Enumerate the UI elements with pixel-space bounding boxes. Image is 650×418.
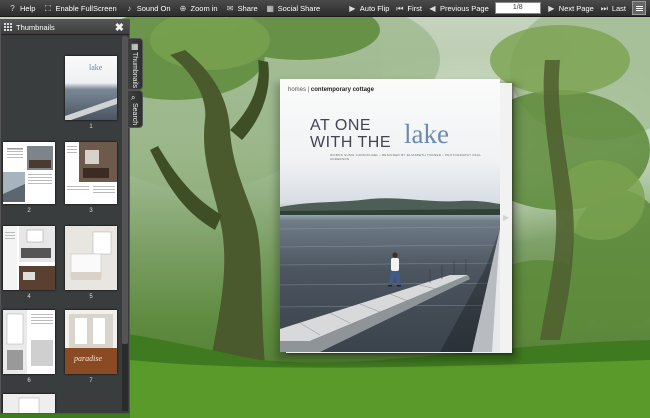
thumbnail-number-5: 5 — [89, 294, 93, 300]
thumbnails-panel-header: Thumbnails — [1, 20, 129, 35]
fullscreen-icon: ⛶ — [45, 3, 51, 13]
auto-flip-button[interactable]: ▶ Auto Flip — [348, 3, 390, 13]
thumbnail-page-5[interactable] — [65, 226, 117, 290]
fullscreen-label: Enable FullScreen — [55, 3, 117, 13]
first-page-label: First — [407, 3, 422, 13]
first-page-button[interactable]: ⏮ First — [395, 4, 422, 13]
sound-button[interactable]: ♪ Sound On — [125, 3, 171, 13]
thumbnail-number-1: 1 — [89, 124, 93, 130]
first-page-icon: ⏮ — [396, 3, 404, 13]
zoom-icon: ⊕ — [179, 3, 187, 13]
grid-icon — [4, 23, 12, 31]
thumbnail-number-3: 3 — [89, 208, 93, 214]
tab-thumbnails-label: Thumbnails — [131, 52, 138, 89]
last-page-label: Last — [611, 3, 626, 13]
flipbook-page[interactable]: homes | contemporary cottage AT ONE WITH… — [280, 79, 500, 352]
last-page-icon: ⏭ — [600, 3, 608, 13]
navigation-controls: ▶ Auto Flip ⏮ First ◀ Previous Page 1/8 … — [342, 0, 650, 16]
next-page-label: Next Page — [558, 3, 594, 13]
grid-icon: ▦ — [131, 42, 139, 51]
thumbnail-page-4[interactable] — [3, 226, 55, 290]
close-icon[interactable]: ✖ — [115, 21, 124, 34]
thumbnail-page-7[interactable]: paradise — [65, 310, 117, 374]
previous-icon: ◀ — [429, 3, 436, 13]
thumbnail-list: lake 1 2 3 4 5 6 paradise 7 — [1, 36, 121, 413]
next-icon: ▶ — [548, 3, 555, 13]
social-share-label: Social Share — [277, 3, 321, 13]
lake-photo — [280, 198, 500, 352]
search-icon: ⌕ — [131, 93, 136, 102]
next-page-button[interactable]: ▶ Next Page — [547, 4, 594, 13]
thumbnail-page-1[interactable]: lake — [65, 56, 117, 120]
share-button[interactable]: ✉ Share — [226, 4, 258, 13]
help-icon: ? — [10, 3, 15, 13]
thumbnail-page-6[interactable] — [3, 310, 55, 374]
thumbnail-number-4: 4 — [27, 294, 31, 300]
zoom-label: Zoom in — [190, 3, 218, 13]
next-page-arrow-icon[interactable]: ▶ — [503, 213, 509, 222]
share-label: Share — [237, 3, 258, 13]
help-button[interactable]: ? Help — [8, 4, 35, 13]
thumbnail-page-3[interactable] — [65, 142, 117, 204]
menu-button[interactable] — [632, 1, 646, 15]
auto-flip-label: Auto Flip — [359, 3, 390, 13]
social-share-icon: ▦ — [266, 3, 274, 13]
help-label: Help — [20, 3, 36, 13]
thumbnails-panel: Thumbnails ✖ lake 1 2 3 4 5 6 paradise 7 — [0, 19, 130, 414]
previous-page-label: Previous Page — [440, 3, 489, 13]
last-page-button[interactable]: ⏭ Last — [600, 4, 626, 13]
page-number-input[interactable]: 1/8 — [494, 2, 541, 14]
tab-search[interactable]: ⌕ Search — [128, 90, 143, 128]
toolbar: ? Help ⛶ Enable FullScreen ♪ Sound On ⊕ … — [0, 0, 650, 17]
thumbnail-number-2: 2 — [27, 208, 31, 214]
sound-label: Sound On — [136, 3, 171, 13]
thumbnails-panel-title: Thumbnails — [16, 22, 55, 32]
thumbnail-number-6: 6 — [27, 378, 31, 384]
share-icon: ✉ — [226, 3, 234, 13]
thumbnail-number-7: 7 — [89, 378, 93, 384]
speaker-icon: ♪ — [127, 3, 132, 13]
thumbnail-paradise-word: paradise — [74, 354, 102, 363]
tab-search-label: Search — [131, 103, 138, 126]
previous-page-button[interactable]: ◀ Previous Page — [428, 3, 489, 13]
zoom-button[interactable]: ⊕ Zoom in — [179, 4, 218, 13]
social-share-button[interactable]: ▦ Social Share — [266, 3, 321, 13]
play-icon: ▶ — [349, 3, 356, 13]
tab-thumbnails[interactable]: ▦ Thumbnails — [128, 38, 143, 90]
fullscreen-button[interactable]: ⛶ Enable FullScreen — [43, 3, 117, 13]
thumbnail-page-2[interactable] — [3, 142, 55, 204]
menu-icon — [635, 5, 643, 7]
thumbnail-page-8[interactable] — [3, 394, 55, 413]
